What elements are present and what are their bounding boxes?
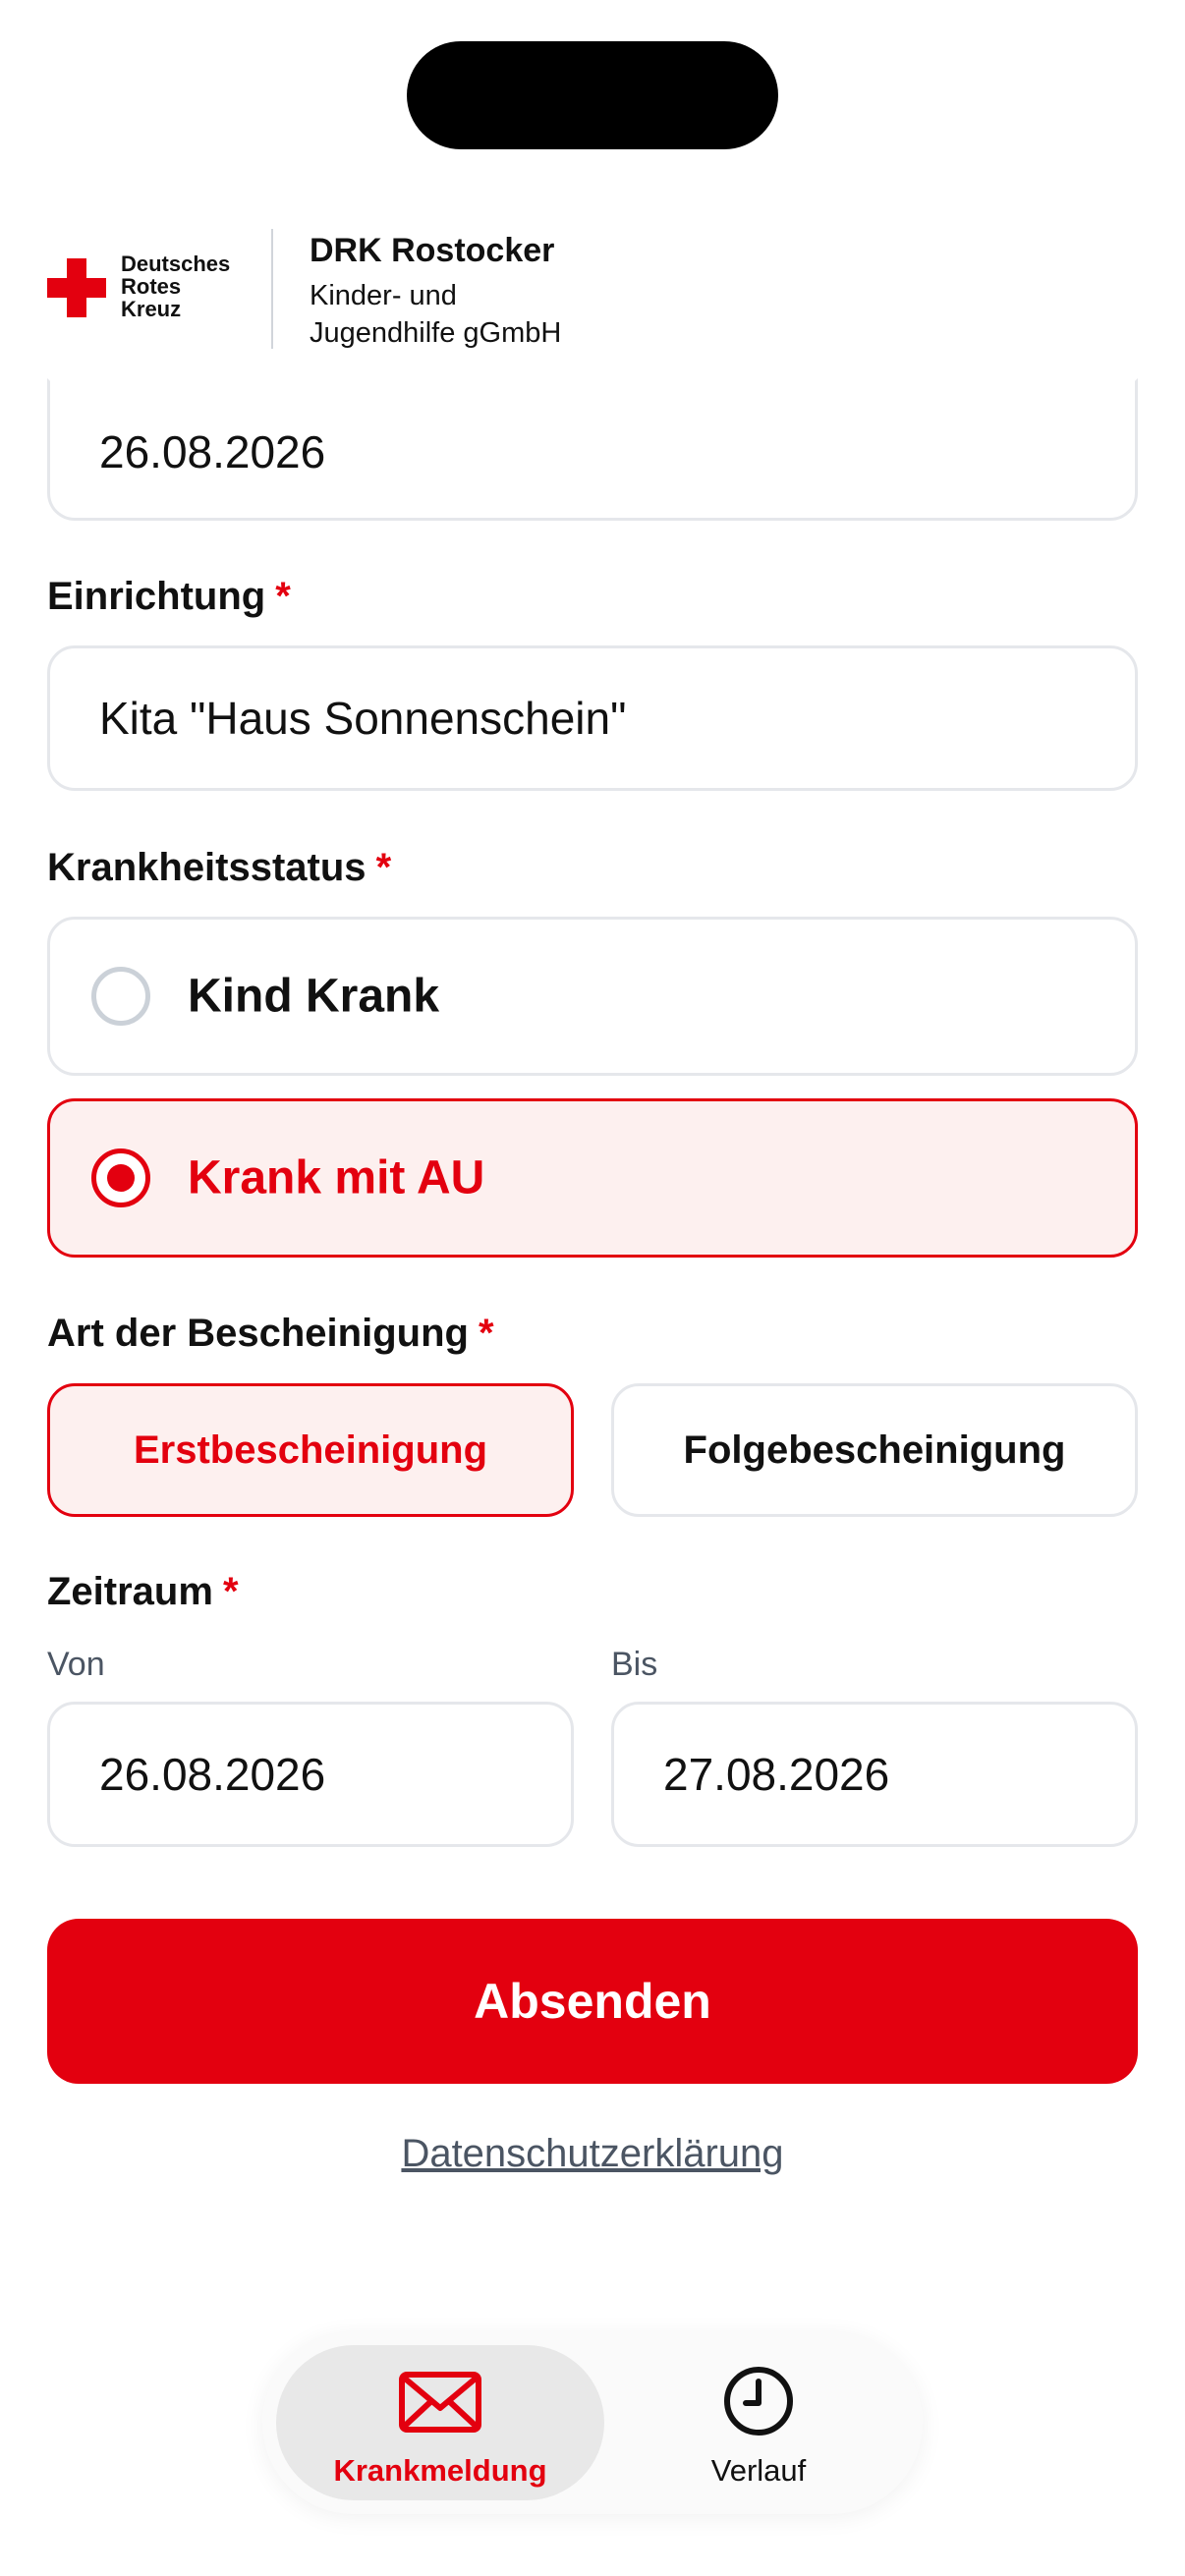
bottom-tab-bar: Krankmeldung Verlauf <box>262 2331 923 2514</box>
privacy-link[interactable]: Datenschutzerklärung <box>0 2132 1185 2176</box>
von-date-field[interactable]: 26.08.2026 <box>47 1702 574 1847</box>
tab-verlauf[interactable]: Verlauf <box>608 2345 909 2500</box>
krankheitsstatus-label: Krankheitsstatus * <box>47 846 392 889</box>
org-subtitle: Kinder- und Jugendhilfe gGmbH <box>310 280 562 349</box>
clock-icon <box>724 2367 793 2436</box>
bescheinigung-label: Art der Bescheinigung * <box>47 1312 494 1355</box>
submit-button[interactable]: Absenden <box>47 1919 1138 2084</box>
radio-checked-icon <box>91 1148 150 1207</box>
von-label: Von <box>47 1646 105 1683</box>
org-name: DRK Rostocker <box>310 232 555 269</box>
header-divider <box>271 229 273 349</box>
envelope-icon <box>399 2372 481 2433</box>
zeitraum-label: Zeitraum * <box>47 1570 239 1613</box>
radio-unchecked-icon <box>91 967 150 1026</box>
bis-label: Bis <box>611 1646 658 1683</box>
red-cross-logo-icon <box>47 258 106 317</box>
bis-date-field[interactable]: 27.08.2026 <box>611 1702 1138 1847</box>
segment-erstbescheinigung[interactable]: Erstbescheinigung <box>47 1383 574 1517</box>
dynamic-island <box>407 41 778 149</box>
einrichtung-field[interactable]: Kita "Haus Sonnenschein" <box>47 645 1138 791</box>
segment-folgebescheinigung[interactable]: Folgebescheinigung <box>611 1383 1138 1517</box>
drk-logo-text: Deutsches Rotes Kreuz <box>121 252 231 321</box>
tab-krankmeldung[interactable]: Krankmeldung <box>276 2345 604 2500</box>
radio-option-kind-krank[interactable]: Kind Krank <box>47 917 1138 1076</box>
radio-option-krank-mit-au[interactable]: Krank mit AU <box>47 1098 1138 1258</box>
einrichtung-label: Einrichtung * <box>47 575 291 618</box>
date-field-top[interactable]: 26.08.2026 <box>47 378 1138 521</box>
